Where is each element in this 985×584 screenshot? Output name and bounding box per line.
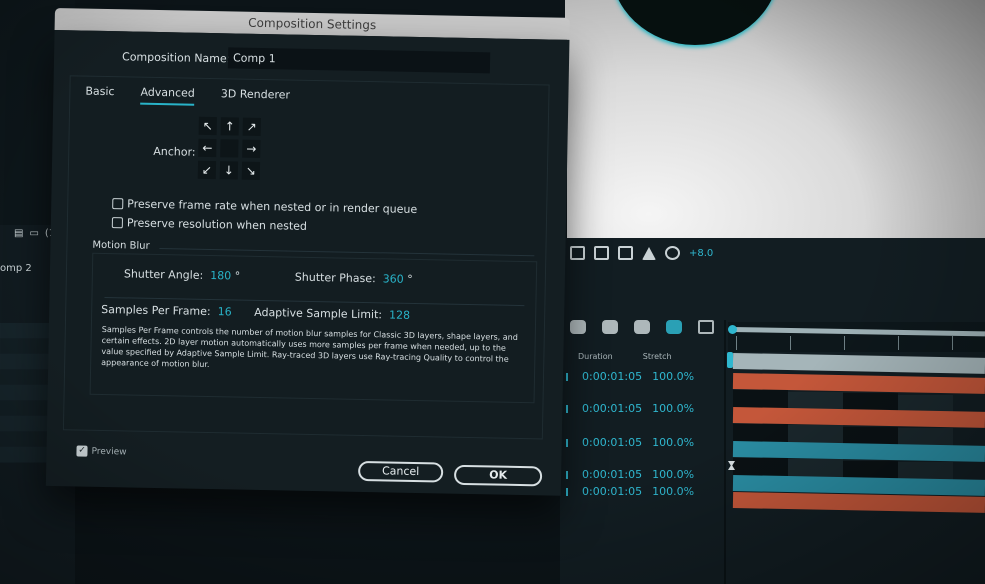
shutter-angle-label: Shutter Angle: bbox=[123, 267, 204, 282]
ok-button[interactable]: OK bbox=[453, 464, 543, 487]
preview-checkbox[interactable]: ✓ bbox=[76, 445, 88, 457]
cancel-button[interactable]: Cancel bbox=[357, 460, 444, 483]
degree-unit: ° bbox=[234, 269, 241, 283]
arrow-right-icon[interactable]: → bbox=[242, 139, 261, 158]
duration-value[interactable]: 0:00:01:05 bbox=[582, 436, 642, 449]
preserve-frame-rate-label: Preserve frame rate when nested or in re… bbox=[127, 197, 418, 216]
project-panel-toolbar: ▤ ▭ (1 bbox=[14, 228, 55, 239]
ruler-tick bbox=[898, 336, 899, 350]
timeline-tools bbox=[570, 320, 714, 334]
anchor-grid: ↖ ↑ ↗ ← → ↙ ↓ ↘ bbox=[197, 116, 261, 180]
ruler-tick bbox=[790, 336, 791, 350]
composition-settings-dialog: Composition Settings Composition Name: B… bbox=[45, 8, 570, 496]
samples-per-frame-field: Samples Per Frame: 16 bbox=[101, 303, 232, 319]
row-marker bbox=[566, 438, 568, 447]
preserve-frame-rate-checkbox[interactable] bbox=[112, 198, 124, 210]
preserve-resolution-label: Preserve resolution when nested bbox=[126, 216, 308, 233]
table-row[interactable]: 0:00:01:05 100.0% bbox=[566, 402, 694, 415]
dialog-body: Composition Name: Basic Advanced 3D Rend… bbox=[45, 29, 570, 496]
preview-option[interactable]: ✓ Preview bbox=[76, 445, 127, 457]
monitor-icon[interactable]: ▭ bbox=[29, 228, 38, 239]
tab-advanced[interactable]: Advanced bbox=[140, 85, 195, 106]
shutter-phase-value[interactable]: 360 bbox=[383, 272, 404, 285]
duration-value[interactable]: 0:00:01:05 bbox=[582, 468, 642, 481]
anchor-label: Anchor: bbox=[153, 144, 196, 159]
row-marker bbox=[566, 487, 568, 496]
ruler-tick bbox=[844, 336, 845, 350]
arrow-down-icon[interactable]: ↓ bbox=[219, 161, 239, 180]
adaptive-sample-limit-label: Adaptive Sample Limit: bbox=[254, 305, 383, 322]
tab-3d-renderer[interactable]: 3D Renderer bbox=[221, 87, 290, 107]
tab-bar: Basic Advanced 3D Renderer bbox=[85, 85, 290, 108]
region-icon[interactable] bbox=[618, 246, 633, 260]
stretch-value[interactable]: 100.0% bbox=[652, 436, 694, 449]
viewer-toolbar: +8.0 bbox=[570, 246, 713, 260]
motion-blur-icon[interactable] bbox=[666, 320, 682, 334]
table-row[interactable]: 0:00:01:05 100.0% bbox=[566, 436, 694, 449]
stretch-value[interactable]: 100.0% bbox=[652, 402, 694, 415]
shutter-phase-field: Shutter Phase: 360 ° bbox=[295, 271, 413, 286]
duration-value[interactable]: 0:00:01:05 bbox=[582, 370, 642, 383]
shutter-angle-field: Shutter Angle: 180 ° bbox=[124, 267, 241, 282]
degree-unit: ° bbox=[407, 272, 413, 286]
channels-icon[interactable] bbox=[642, 246, 656, 260]
adaptive-sample-limit-value[interactable]: 128 bbox=[389, 308, 410, 321]
time-ruler[interactable] bbox=[728, 322, 985, 352]
draft-3d-icon[interactable] bbox=[570, 320, 586, 334]
work-area-bar[interactable] bbox=[731, 327, 985, 337]
mask-icon[interactable] bbox=[570, 246, 585, 260]
row-marker bbox=[566, 372, 568, 381]
graph-editor-icon[interactable] bbox=[698, 320, 714, 334]
anchor-center[interactable] bbox=[220, 139, 239, 158]
motion-blur-description: Samples Per Frame controls the number of… bbox=[101, 324, 518, 370]
arrow-left-icon[interactable]: ← bbox=[198, 138, 217, 158]
composition-name-label: Composition Name: bbox=[121, 50, 231, 66]
preserve-resolution-checkbox[interactable] bbox=[111, 217, 123, 229]
row-marker bbox=[566, 404, 568, 413]
frame-blend-icon[interactable] bbox=[634, 320, 650, 334]
color-wheel-icon[interactable] bbox=[665, 246, 680, 260]
row-marker bbox=[566, 470, 568, 479]
timeline-divider[interactable] bbox=[724, 320, 726, 584]
timeline-columns: Duration Stretch bbox=[578, 352, 672, 361]
shy-icon[interactable] bbox=[602, 320, 618, 334]
arrow-down-right-icon[interactable]: ↘ bbox=[241, 161, 261, 180]
ruler-tick bbox=[736, 336, 737, 350]
tab-basic[interactable]: Basic bbox=[85, 85, 114, 105]
table-row[interactable]: 0:00:01:05 100.0% bbox=[566, 468, 694, 481]
samples-per-frame-value[interactable]: 16 bbox=[218, 305, 232, 318]
column-duration[interactable]: Duration bbox=[578, 352, 613, 361]
ruler-tick bbox=[952, 336, 953, 350]
arrow-up-icon[interactable]: ↑ bbox=[220, 117, 239, 136]
work-area-start-handle[interactable] bbox=[728, 325, 737, 334]
column-stretch[interactable]: Stretch bbox=[643, 352, 672, 361]
preserve-frame-rate-option[interactable]: Preserve frame rate when nested or in re… bbox=[112, 197, 417, 216]
composition-name-input[interactable] bbox=[227, 47, 491, 74]
arrow-up-left-icon[interactable]: ↖ bbox=[198, 116, 217, 136]
preserve-resolution-option[interactable]: Preserve resolution when nested bbox=[111, 216, 308, 233]
stretch-value[interactable]: 100.0% bbox=[652, 485, 694, 498]
preview-label: Preview bbox=[91, 446, 127, 457]
comp-tab-label[interactable]: omp 2 bbox=[0, 263, 32, 274]
tab-panel: Basic Advanced 3D Renderer Anchor: ↖ ↑ ↗… bbox=[62, 75, 550, 440]
duration-value[interactable]: 0:00:01:05 bbox=[582, 402, 642, 415]
arrow-up-right-icon[interactable]: ↗ bbox=[242, 117, 261, 136]
layers-icon[interactable]: ▤ bbox=[14, 228, 23, 239]
table-row[interactable]: 0:00:01:05 100.0% bbox=[566, 485, 694, 498]
exposure-value[interactable]: +8.0 bbox=[689, 248, 713, 259]
stretch-value[interactable]: 100.0% bbox=[652, 468, 694, 481]
arrow-down-left-icon[interactable]: ↙ bbox=[197, 160, 217, 180]
snapshot-icon[interactable] bbox=[594, 246, 609, 260]
composition-viewer[interactable] bbox=[565, 0, 985, 238]
shutter-angle-value[interactable]: 180 bbox=[210, 269, 231, 282]
stretch-value[interactable]: 100.0% bbox=[652, 370, 694, 383]
duration-value[interactable]: 0:00:01:05 bbox=[582, 485, 642, 498]
shutter-phase-label: Shutter Phase: bbox=[294, 270, 376, 286]
samples-per-frame-label: Samples Per Frame: bbox=[101, 302, 211, 319]
table-row[interactable]: 0:00:01:05 100.0% bbox=[566, 370, 694, 383]
motion-blur-heading: Motion Blur bbox=[92, 239, 150, 252]
